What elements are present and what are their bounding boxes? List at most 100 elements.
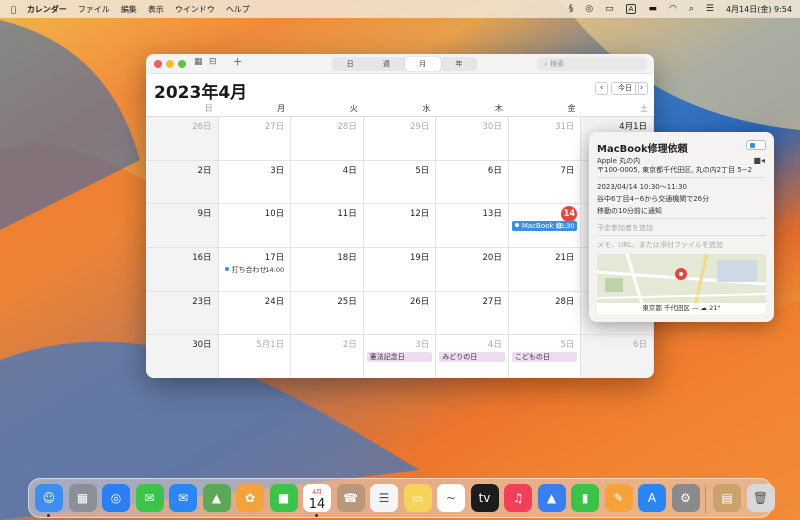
- calendar-color-picker[interactable]: [746, 140, 766, 150]
- dock-facetime-icon[interactable]: ■: [269, 484, 298, 512]
- day-cell[interactable]: 29日: [363, 117, 437, 161]
- dock-trash-icon[interactable]: 🗑: [746, 484, 775, 512]
- tab-month[interactable]: 月: [404, 57, 441, 71]
- dock-app-store-icon[interactable]: A: [638, 484, 666, 512]
- dock-tv-icon[interactable]: tv: [470, 484, 499, 512]
- add-event-icon[interactable]: +: [233, 55, 242, 68]
- dock-safari-icon[interactable]: ◎: [102, 484, 130, 512]
- day-cell[interactable]: 14 MacBook 修… 10:30: [508, 204, 582, 248]
- day-cell[interactable]: 17日 打ち合わせ 14:00: [218, 248, 292, 292]
- dock-launchpad-icon[interactable]: ▦: [68, 484, 97, 512]
- location-map[interactable]: 東京都 千代田区 — ☁ 21°: [597, 254, 766, 314]
- spotlight-icon[interactable]: ⌕: [689, 4, 694, 14]
- dock-numbers-icon[interactable]: ▮: [571, 484, 599, 512]
- dock-photos-folder-icon[interactable]: ▤: [713, 484, 741, 512]
- event-meeting[interactable]: 打ち合わせ 14:00: [222, 265, 288, 275]
- search-input[interactable]: ⌕ 検索: [538, 57, 646, 71]
- dock-maps-icon[interactable]: ▲: [202, 484, 231, 512]
- previous-month-button[interactable]: ‹: [595, 82, 608, 95]
- dock-keynote-icon[interactable]: ▲: [537, 484, 566, 512]
- day-cell[interactable]: 4日 みどりの日: [436, 335, 509, 378]
- event-holiday1[interactable]: 憲法記念日: [366, 352, 433, 363]
- input-source-icon[interactable]: A: [625, 4, 637, 14]
- event-location-address[interactable]: 〒100-0005, 東京都千代田区, 丸の内2丁目 5−2: [597, 165, 752, 175]
- apple-menu-icon[interactable]: : [11, 5, 16, 14]
- dock-music-icon[interactable]: ♫: [504, 484, 532, 512]
- dock-freeform-icon[interactable]: ~: [437, 484, 465, 512]
- dock-finder-icon[interactable]: ☺: [35, 484, 63, 512]
- inbox-icon[interactable]: ⊟: [209, 57, 217, 67]
- day-cell[interactable]: 2日: [291, 335, 364, 378]
- day-cell[interactable]: 28日: [508, 291, 582, 336]
- control-center-icon[interactable]: ☰: [706, 4, 714, 14]
- event-macbook[interactable]: MacBook 修… 10:30: [511, 221, 578, 232]
- day-cell[interactable]: 7日: [508, 160, 582, 205]
- menu-window[interactable]: ウインドウ: [175, 4, 215, 15]
- day-cell[interactable]: 16日: [146, 248, 219, 292]
- dock-messages-icon[interactable]: ✉: [135, 484, 164, 512]
- day-cell[interactable]: 6日: [436, 160, 509, 205]
- day-cell[interactable]: 19日: [363, 248, 437, 292]
- menu-edit[interactable]: 編集: [121, 4, 137, 15]
- stage-manager-icon[interactable]: §: [569, 4, 574, 14]
- day-cell[interactable]: 5月1日: [218, 335, 292, 378]
- calendar-list-icon[interactable]: ▦: [194, 57, 203, 67]
- day-cell[interactable]: 5日: [363, 160, 437, 205]
- day-cell[interactable]: 26日: [363, 291, 437, 336]
- dock-notes-icon[interactable]: ▭: [403, 484, 432, 512]
- day-cell[interactable]: 27日: [218, 117, 292, 161]
- dock-pages-icon[interactable]: ✎: [604, 484, 633, 512]
- event-datetime[interactable]: 2023/04/14 10:30～11:30: [597, 182, 687, 192]
- menu-file[interactable]: ファイル: [78, 4, 110, 15]
- event-holiday2[interactable]: みどりの日: [439, 352, 505, 363]
- day-cell[interactable]: 30日: [436, 117, 509, 161]
- day-cell[interactable]: 6日: [581, 335, 654, 378]
- day-cell[interactable]: 18日: [291, 248, 364, 292]
- day-cell[interactable]: 9日: [146, 204, 219, 248]
- video-call-icon[interactable]: ■◂: [753, 156, 765, 165]
- menu-datetime[interactable]: 4月14日(金) 9:54: [726, 4, 792, 15]
- tab-week[interactable]: 週: [368, 57, 404, 71]
- day-cell[interactable]: 24日: [218, 291, 292, 336]
- day-cell[interactable]: 21日: [508, 248, 582, 292]
- close-button[interactable]: [154, 60, 162, 68]
- add-invitees-field[interactable]: 予定参加者を追加: [597, 223, 653, 233]
- dock-contacts-icon[interactable]: ☎: [336, 484, 365, 512]
- day-cell[interactable]: 20日: [436, 248, 509, 292]
- menu-view[interactable]: 表示: [148, 4, 164, 15]
- day-cell[interactable]: 2日: [146, 160, 219, 205]
- event-holiday3[interactable]: こどもの日: [511, 352, 578, 363]
- day-cell[interactable]: 4日: [291, 160, 364, 205]
- day-cell[interactable]: 3日: [218, 160, 292, 205]
- tab-day[interactable]: 日: [332, 57, 368, 71]
- battery-icon[interactable]: ▬: [648, 4, 657, 14]
- day-cell[interactable]: 27日: [436, 291, 509, 336]
- day-cell[interactable]: 26日: [146, 117, 219, 161]
- menu-app-name[interactable]: カレンダー: [27, 4, 67, 15]
- dock-reminders-icon[interactable]: ☰: [370, 484, 398, 512]
- zoom-button[interactable]: [178, 60, 186, 68]
- dock-photos-icon[interactable]: ✿: [236, 484, 264, 512]
- next-month-button[interactable]: ›: [635, 82, 648, 95]
- day-cell[interactable]: 28日: [291, 117, 364, 161]
- vpn-icon[interactable]: ◎: [585, 4, 593, 14]
- wifi-icon[interactable]: ◠: [669, 4, 677, 14]
- day-cell[interactable]: 31日: [508, 117, 582, 161]
- tab-year[interactable]: 年: [441, 57, 477, 71]
- day-cell[interactable]: 30日: [146, 335, 219, 378]
- day-cell[interactable]: 12日: [363, 204, 437, 248]
- day-cell[interactable]: 25日: [291, 291, 364, 336]
- dock-mail-icon[interactable]: ✉: [169, 484, 197, 512]
- add-notes-field[interactable]: メモ、URL、または添付ファイルを追加: [597, 240, 723, 250]
- screen-mirroring-icon[interactable]: ▭: [605, 4, 614, 14]
- dock-calendar-icon[interactable]: 4月 14: [303, 484, 331, 512]
- day-cell[interactable]: 11日: [291, 204, 364, 248]
- day-cell[interactable]: 23日: [146, 291, 219, 336]
- day-cell[interactable]: 10日: [218, 204, 292, 248]
- event-travel-time[interactable]: 谷中6丁目4−6から交通機関で26分: [597, 194, 709, 204]
- day-cell[interactable]: 13日: [436, 204, 509, 248]
- menu-help[interactable]: ヘルプ: [226, 4, 250, 15]
- day-cell[interactable]: 5日 こどもの日: [508, 335, 582, 378]
- dock-system-settings-icon[interactable]: ⚙: [671, 484, 700, 512]
- event-alert[interactable]: 移動の10分前に通知: [597, 206, 662, 216]
